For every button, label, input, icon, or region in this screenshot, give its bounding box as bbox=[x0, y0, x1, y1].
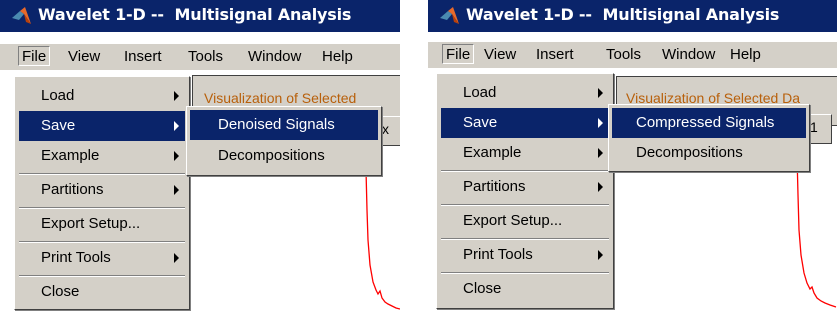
menu-insert[interactable]: Insert bbox=[536, 46, 574, 63]
submenu-item-decompositions[interactable]: Decompositions bbox=[190, 141, 378, 171]
menu-item-label: Export Setup... bbox=[41, 215, 141, 232]
menu-item-close[interactable]: Close bbox=[19, 277, 185, 307]
menu-item-label: Partitions bbox=[463, 178, 526, 195]
submenu-item-decompositions[interactable]: Decompositions bbox=[612, 138, 806, 168]
menu-item-label: Close bbox=[463, 280, 502, 297]
menu-view[interactable]: View bbox=[68, 48, 100, 65]
menu-item-save[interactable]: Save bbox=[19, 111, 185, 141]
menu-insert[interactable]: Insert bbox=[124, 48, 162, 65]
visualization-label: Visualization of Selected bbox=[204, 90, 357, 106]
menu-item-partitions[interactable]: Partitions bbox=[19, 175, 185, 205]
submenu-arrow-icon bbox=[598, 118, 603, 128]
menu-window[interactable]: Window bbox=[662, 46, 715, 63]
figure-button-label: 1 bbox=[810, 119, 818, 135]
save-submenu: Compressed Signals Decompositions bbox=[608, 104, 810, 172]
right-screenshot: Wavelet 1-D -- Multisignal Analysis File… bbox=[428, 0, 837, 311]
submenu-arrow-icon bbox=[598, 88, 603, 98]
save-submenu: Denoised Signals Decompositions bbox=[186, 106, 382, 176]
submenu-arrow-icon bbox=[598, 250, 603, 260]
menu-item-label: Close bbox=[41, 283, 80, 300]
submenu-item-denoised-signals[interactable]: Denoised Signals bbox=[190, 110, 378, 140]
submenu-item-label: Denoised Signals bbox=[218, 116, 335, 133]
menu-item-label: Load bbox=[41, 87, 75, 104]
submenu-item-label: Decompositions bbox=[636, 144, 743, 161]
menu-item-print-tools[interactable]: Print Tools bbox=[441, 240, 609, 270]
submenu-arrow-icon bbox=[174, 121, 179, 131]
menu-item-print-tools[interactable]: Print Tools bbox=[19, 243, 185, 273]
menu-item-partitions[interactable]: Partitions bbox=[441, 172, 609, 202]
file-menu: Load Save Example Partitions Export Setu… bbox=[14, 76, 190, 310]
menu-file[interactable]: File bbox=[18, 46, 51, 66]
submenu-arrow-icon bbox=[174, 253, 179, 263]
left-screenshot: Wavelet 1-D -- Multisignal Analysis File… bbox=[0, 0, 400, 311]
menu-item-label: Export Setup... bbox=[463, 212, 563, 229]
menu-tools[interactable]: Tools bbox=[606, 46, 641, 63]
submenu-item-label: Compressed Signals bbox=[636, 114, 775, 131]
signal-plot bbox=[796, 155, 837, 308]
menu-item-label: Save bbox=[41, 117, 76, 134]
menu-item-label: Example bbox=[463, 144, 522, 161]
menu-item-label: Print Tools bbox=[41, 249, 111, 266]
menu-item-export-setup[interactable]: Export Setup... bbox=[19, 209, 185, 239]
menu-item-label: Save bbox=[463, 114, 498, 131]
title-bar: Wavelet 1-D -- Multisignal Analysis bbox=[428, 0, 837, 32]
submenu-arrow-icon bbox=[174, 185, 179, 195]
menu-item-label: Print Tools bbox=[463, 246, 533, 263]
menu-item-label: Example bbox=[41, 147, 100, 164]
signal-plot bbox=[365, 170, 400, 310]
matlab-icon bbox=[440, 7, 459, 24]
menu-item-load[interactable]: Load bbox=[19, 81, 185, 111]
submenu-arrow-icon bbox=[174, 151, 179, 161]
menu-item-save[interactable]: Save bbox=[441, 108, 609, 138]
figure-button-label: x bbox=[382, 121, 389, 137]
matlab-icon bbox=[12, 7, 31, 24]
submenu-arrow-icon bbox=[598, 182, 603, 192]
submenu-item-compressed-signals[interactable]: Compressed Signals bbox=[612, 108, 806, 138]
window-title: Wavelet 1-D -- Multisignal Analysis bbox=[466, 5, 780, 24]
menu-help[interactable]: Help bbox=[730, 46, 761, 63]
menu-item-example[interactable]: Example bbox=[441, 138, 609, 168]
menu-item-export-setup[interactable]: Export Setup... bbox=[441, 206, 609, 236]
file-menu: Load Save Example Partitions Export Setu… bbox=[436, 73, 614, 309]
menu-view[interactable]: View bbox=[484, 46, 516, 63]
submenu-item-label: Decompositions bbox=[218, 147, 325, 164]
menu-bar: File View Insert Tools Window Help bbox=[0, 44, 400, 70]
menu-help[interactable]: Help bbox=[322, 48, 353, 65]
submenu-arrow-icon bbox=[174, 91, 179, 101]
submenu-arrow-icon bbox=[598, 148, 603, 158]
menu-file[interactable]: File bbox=[442, 44, 475, 64]
menu-window[interactable]: Window bbox=[248, 48, 301, 65]
menu-item-example[interactable]: Example bbox=[19, 141, 185, 171]
title-bar: Wavelet 1-D -- Multisignal Analysis bbox=[0, 0, 400, 32]
menu-item-label: Load bbox=[463, 84, 497, 101]
menu-item-close[interactable]: Close bbox=[441, 274, 609, 304]
menu-item-label: Partitions bbox=[41, 181, 104, 198]
menu-bar: File View Insert Tools Window Help bbox=[428, 42, 837, 68]
menu-tools[interactable]: Tools bbox=[188, 48, 223, 65]
window-title: Wavelet 1-D -- Multisignal Analysis bbox=[38, 5, 352, 24]
menu-item-load[interactable]: Load bbox=[441, 78, 609, 108]
